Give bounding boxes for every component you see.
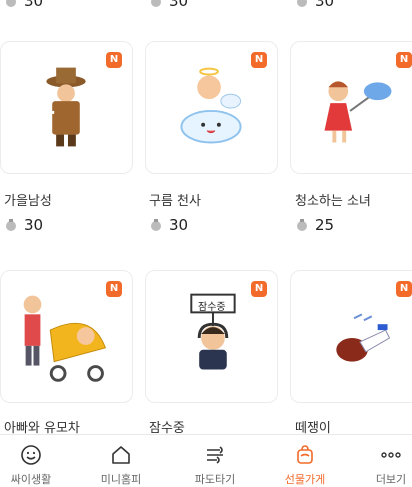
tab-wave-surfing[interactable]: 파도타기 (174, 443, 256, 487)
new-badge: N (396, 52, 412, 68)
acorn-icon (297, 219, 307, 231)
new-badge: N (106, 52, 122, 68)
acorn-icon (151, 219, 161, 231)
tab-label: 선물가게 (284, 473, 326, 486)
tantrum-image (336, 313, 391, 362)
new-badge: N (396, 281, 412, 297)
cleaning-girl-image (324, 81, 392, 143)
new-badge: N (251, 281, 267, 297)
gift-shop-grid: 30 30 30 N N N 가을남성 구름 천사 청소하는 소녀 30 30 … (0, 0, 412, 481)
tab-label: 더보기 (375, 473, 407, 486)
top-price-3: 30 (295, 0, 334, 10)
item-name: 구름 천사 (149, 194, 201, 209)
item-price: 30 (149, 216, 188, 234)
top-price-2: 30 (149, 0, 188, 10)
acorn-icon (6, 219, 16, 231)
tab-mini-hompy[interactable]: 미니홈피 (80, 443, 162, 487)
item-name: 가을남성 (4, 194, 52, 209)
tab-label: 파도타기 (194, 473, 236, 486)
wave-icon (207, 446, 223, 464)
acorn-icon (297, 0, 307, 7)
item-card-autumn-man[interactable]: N (0, 41, 133, 174)
home-icon (112, 446, 130, 464)
acorn-icon (6, 0, 16, 7)
item-card-tantrum[interactable]: N (290, 270, 412, 403)
smiley-icon (21, 445, 41, 465)
tab-label: 싸이생활 (10, 473, 52, 486)
item-card-diving[interactable]: 잠수중 N (145, 270, 278, 403)
item-card-cleaning-girl[interactable]: N (290, 41, 412, 174)
item-name: 청소하는 소녀 (295, 194, 371, 209)
tab-more[interactable]: 더보기 (350, 443, 412, 487)
new-badge: N (106, 281, 122, 297)
item-price: 25 (295, 216, 334, 234)
bottom-tab-bar: 싸이생활 미니홈피 파도타기 선물가게 더보기 (0, 434, 412, 486)
gift-shop-icon (297, 445, 313, 464)
tab-gift-shop[interactable]: 선물가게 (264, 443, 346, 487)
more-dots-icon (381, 452, 401, 458)
item-card-dad-stroller[interactable]: N (0, 270, 133, 403)
sign-text: 잠수중 (198, 302, 226, 313)
item-card-cloud-angel[interactable]: N (145, 41, 278, 174)
item-price: 30 (4, 216, 43, 234)
new-badge: N (251, 52, 267, 68)
acorn-icon (151, 0, 161, 7)
tab-cy-life[interactable]: 싸이생활 (0, 443, 72, 487)
top-price-1: 30 (4, 0, 43, 10)
tab-label: 미니홈피 (100, 473, 142, 486)
